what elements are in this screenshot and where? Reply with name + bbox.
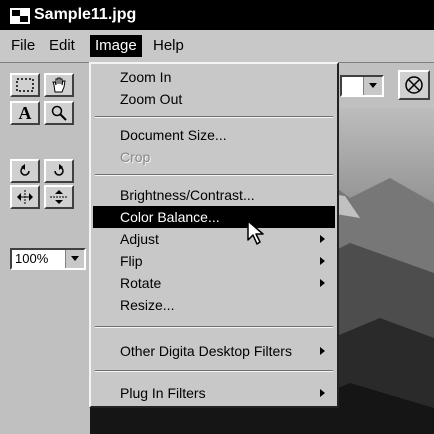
menu-item-rotate[interactable]: Rotate: [93, 272, 335, 294]
menu-item-color-balance[interactable]: Color Balance...: [93, 206, 335, 228]
chevron-down-icon: [369, 83, 377, 88]
view-options-icon: [405, 76, 423, 94]
zoom-select[interactable]: 100%: [10, 248, 86, 270]
menu-help[interactable]: Help: [148, 35, 189, 57]
text-tool-button[interactable]: A: [10, 101, 40, 125]
marquee-tool-button[interactable]: [10, 73, 40, 97]
text-tool-label: A: [18, 102, 32, 123]
menu-item-resize[interactable]: Resize...: [93, 294, 335, 316]
zoom-tool-button[interactable]: [44, 101, 74, 125]
view-options-button[interactable]: [398, 70, 430, 100]
submenu-arrow-icon: [320, 389, 325, 397]
menu-file[interactable]: File: [6, 35, 40, 57]
hand-tool-button[interactable]: [44, 73, 74, 97]
image-menu: Zoom In Zoom Out Document Size... Crop B…: [89, 62, 339, 408]
flip-horizontal-button[interactable]: [10, 185, 40, 209]
menu-bar: File Edit Image Help: [0, 30, 434, 63]
menu-separator: [95, 370, 333, 372]
zoom-value: 100%: [15, 251, 49, 266]
marquee-icon: [16, 78, 34, 92]
submenu-arrow-icon: [320, 279, 325, 287]
view-select[interactable]: [340, 75, 384, 97]
menu-item-zoom-in[interactable]: Zoom In: [93, 66, 335, 88]
submenu-arrow-icon: [320, 235, 325, 243]
rotate-right-icon: [54, 164, 64, 176]
window-title: Sample11.jpg: [34, 6, 137, 23]
menu-image[interactable]: Image: [90, 35, 142, 57]
zoom-dropdown-arrow[interactable]: [65, 250, 84, 268]
chevron-down-icon: [71, 256, 79, 261]
flip-vertical-icon: [50, 190, 68, 204]
rotate-left-button[interactable]: [10, 159, 40, 183]
title-bar: Sample11.jpg: [0, 0, 434, 30]
menu-item-crop: Crop: [120, 149, 151, 165]
menu-item-other-digita-desktop-filters[interactable]: Other Digita Desktop Filters: [93, 340, 335, 362]
mouse-cursor-icon: [247, 220, 264, 245]
menu-item-flip[interactable]: Flip: [93, 250, 335, 272]
menu-edit[interactable]: Edit: [44, 35, 80, 57]
menu-separator: [95, 326, 333, 328]
hand-icon: [52, 77, 66, 93]
app-icon: [10, 8, 30, 24]
menu-item-brightness-contrast[interactable]: Brightness/Contrast...: [93, 184, 335, 206]
menu-item-plug-in-filters[interactable]: Plug In Filters: [93, 382, 335, 404]
menu-item-zoom-out[interactable]: Zoom Out: [93, 88, 335, 110]
rotate-left-icon: [20, 164, 30, 176]
submenu-arrow-icon: [320, 257, 325, 265]
menu-separator: [95, 174, 333, 176]
flip-vertical-button[interactable]: [44, 185, 74, 209]
submenu-arrow-icon: [320, 347, 325, 355]
rotate-right-button[interactable]: [44, 159, 74, 183]
menu-item-adjust[interactable]: Adjust: [93, 228, 335, 250]
view-select-arrow[interactable]: [363, 77, 382, 95]
menu-separator: [95, 116, 333, 118]
menu-item-document-size[interactable]: Document Size...: [93, 124, 335, 146]
flip-horizontal-icon: [17, 190, 33, 204]
magnifier-icon: [51, 105, 67, 121]
